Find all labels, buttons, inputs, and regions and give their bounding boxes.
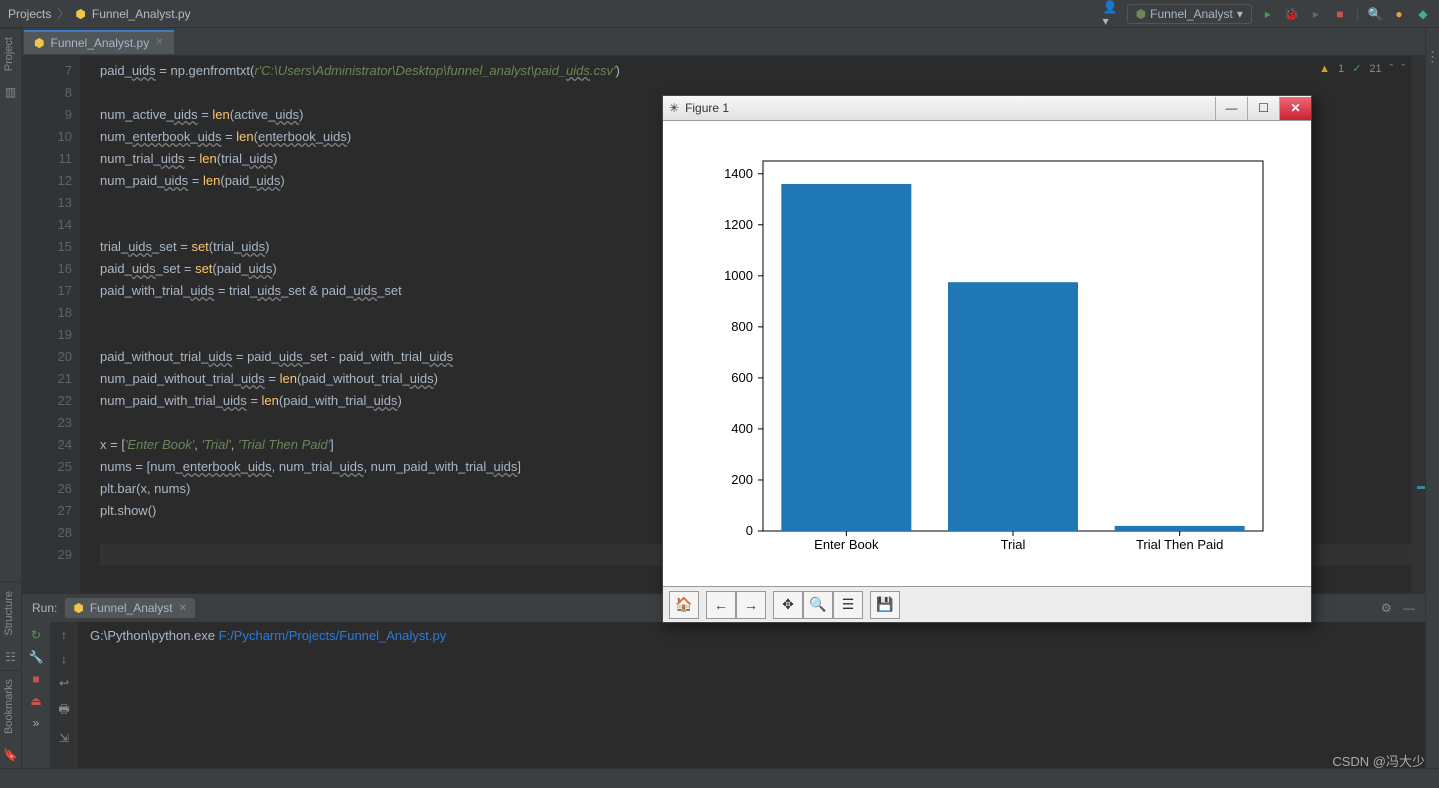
status-bar	[0, 768, 1439, 788]
user-icon[interactable]: 👤▾	[1103, 6, 1119, 22]
run-config-icon: ⬢	[1136, 7, 1146, 21]
python-file-icon: ⬢	[73, 601, 83, 615]
svg-text:800: 800	[731, 319, 753, 334]
coverage-icon[interactable]: ▸	[1308, 6, 1324, 22]
close-icon[interactable]: ✕	[155, 37, 163, 48]
figure-titlebar[interactable]: ✳ Figure 1 — ☐ ✕	[663, 96, 1311, 121]
stop-icon[interactable]: ■	[32, 672, 39, 686]
svg-text:Trial: Trial	[1001, 537, 1026, 552]
figure-canvas: 0 200 400 600 800 1000 1200 1400 Enter Book Trial…	[663, 121, 1311, 586]
warning-icon: ▲	[1319, 63, 1330, 75]
run-panel-label: Run:	[32, 601, 57, 615]
svg-text:1200: 1200	[724, 217, 753, 232]
run-tab[interactable]: ⬢ Funnel_Analyst ✕	[65, 598, 195, 618]
ide-circle-icon[interactable]: ●	[1391, 6, 1407, 22]
profiler-icon[interactable]: ◆	[1415, 6, 1431, 22]
console-exe: G:\Python\python.exe	[90, 628, 219, 643]
figure-toolbar: 🏠 ← → ✥ 🔍 ☰ 💾	[663, 586, 1311, 622]
figure-app-icon: ✳	[669, 101, 679, 115]
run-view-toolbar: ↑ ↓ ↩ 🖶 ⇲	[50, 622, 78, 768]
svg-text:0: 0	[746, 523, 753, 538]
print-icon[interactable]: 🖶	[58, 700, 69, 721]
back-icon[interactable]: ←	[706, 591, 736, 619]
rerun-icon[interactable]: ↻	[31, 628, 41, 642]
run-console[interactable]: G:\Python\python.exe F:/Pycharm/Projects…	[78, 622, 1425, 768]
matplotlib-figure-window[interactable]: ✳ Figure 1 — ☐ ✕ 0 200 400 600 800 1000 1200 14…	[662, 95, 1312, 623]
down-icon[interactable]: ↓	[61, 652, 67, 666]
breadcrumb-root[interactable]: Projects	[8, 7, 51, 21]
home-icon[interactable]: 🏠	[669, 591, 699, 619]
gear-icon[interactable]: ⚙	[1381, 601, 1392, 615]
debug-icon[interactable]: 🐞	[1284, 6, 1300, 22]
vertical-dots-icon[interactable]: ⋮	[1426, 48, 1439, 65]
svg-text:Trial Then Paid: Trial Then Paid	[1136, 537, 1223, 552]
run-config-label: Funnel_Analyst	[1150, 7, 1233, 21]
watermark: CSDN @冯大少	[1332, 751, 1425, 770]
configure-icon[interactable]: ☰	[833, 591, 863, 619]
svg-text:Enter Book: Enter Book	[814, 537, 879, 552]
chevron-down-icon: ▾	[1237, 7, 1243, 21]
breadcrumb-sep: 〉	[57, 5, 69, 22]
console-script-link[interactable]: F:/Pycharm/Projects/Funnel_Analyst.py	[219, 628, 447, 643]
editor-minimap[interactable]	[1411, 56, 1425, 593]
editor-gutter: 7891011121314151617181920212223242526272…	[22, 56, 80, 593]
structure-tool-tab[interactable]: Structure	[0, 582, 21, 644]
bar-chart: 0 200 400 600 800 1000 1200 1400 Enter Book Trial…	[693, 141, 1283, 571]
nav-down-icon[interactable]: ˇ	[1401, 63, 1405, 75]
top-toolbar: Projects 〉 ⬢ Funnel_Analyst.py 👤▾ ⬢ Funn…	[0, 0, 1439, 28]
breadcrumb: Projects 〉 ⬢ Funnel_Analyst.py	[8, 5, 191, 22]
zoom-icon[interactable]: 🔍	[803, 591, 833, 619]
save-icon[interactable]: 💾	[870, 591, 900, 619]
svg-text:200: 200	[731, 472, 753, 487]
svg-text:1000: 1000	[724, 268, 753, 283]
svg-text:400: 400	[731, 421, 753, 436]
run-config-selector[interactable]: ⬢ Funnel_Analyst ▾	[1127, 4, 1252, 24]
python-file-icon: ⬢	[34, 36, 44, 50]
figure-title: Figure 1	[685, 101, 729, 115]
up-icon[interactable]: ↑	[61, 628, 67, 642]
close-icon[interactable]: ✕	[179, 603, 187, 614]
project-folder-icon[interactable]: ▥	[0, 79, 21, 105]
exit-icon[interactable]: ⏏	[30, 694, 41, 708]
more-icon[interactable]: »	[33, 716, 40, 730]
editor-tab-label: Funnel_Analyst.py	[50, 36, 149, 50]
breadcrumb-file[interactable]: Funnel_Analyst.py	[92, 7, 191, 21]
minimize-button[interactable]: —	[1215, 97, 1247, 120]
pan-icon[interactable]: ✥	[773, 591, 803, 619]
stop-icon[interactable]: ■	[1332, 6, 1348, 22]
run-icon[interactable]: ▸	[1260, 6, 1276, 22]
left-sidebar-rail: Project ▥ Structure ☷ Bookmarks 🔖	[0, 28, 22, 768]
svg-text:600: 600	[731, 370, 753, 385]
wrench-icon[interactable]: 🔧	[29, 650, 44, 664]
wrap-icon[interactable]: ↩	[59, 676, 69, 690]
run-action-toolbar: ↻ 🔧 ■ ⏏ »	[22, 622, 50, 768]
structure-icon[interactable]: ☷	[0, 644, 21, 670]
editor-inspections[interactable]: ▲ 1 ✓ 21 ˆ ˇ	[1319, 62, 1405, 75]
python-file-icon: ⬢	[75, 7, 85, 21]
close-button[interactable]: ✕	[1279, 97, 1311, 120]
weak-warning-count: 21	[1369, 63, 1381, 75]
nav-up-icon[interactable]: ˆ	[1390, 63, 1394, 75]
forward-icon[interactable]: →	[736, 591, 766, 619]
svg-text:1400: 1400	[724, 166, 753, 181]
warning-count: 1	[1338, 63, 1344, 75]
bookmarks-icon[interactable]: 🔖	[0, 742, 21, 768]
run-tab-label: Funnel_Analyst	[90, 601, 173, 615]
project-tool-tab[interactable]: Project	[0, 28, 21, 79]
weak-warning-icon: ✓	[1352, 62, 1361, 75]
right-sidebar-rail: ⋮	[1425, 28, 1439, 768]
maximize-button[interactable]: ☐	[1247, 97, 1279, 120]
minimize-icon[interactable]: —	[1403, 601, 1415, 615]
bookmarks-tool-tab[interactable]: Bookmarks	[0, 670, 21, 742]
search-icon[interactable]: 🔍	[1367, 6, 1383, 22]
editor-tab[interactable]: ⬢ Funnel_Analyst.py ✕	[24, 30, 174, 54]
scroll-icon[interactable]: ⇲	[59, 731, 69, 745]
editor-tab-bar: ⬢ Funnel_Analyst.py ✕	[22, 28, 1425, 56]
